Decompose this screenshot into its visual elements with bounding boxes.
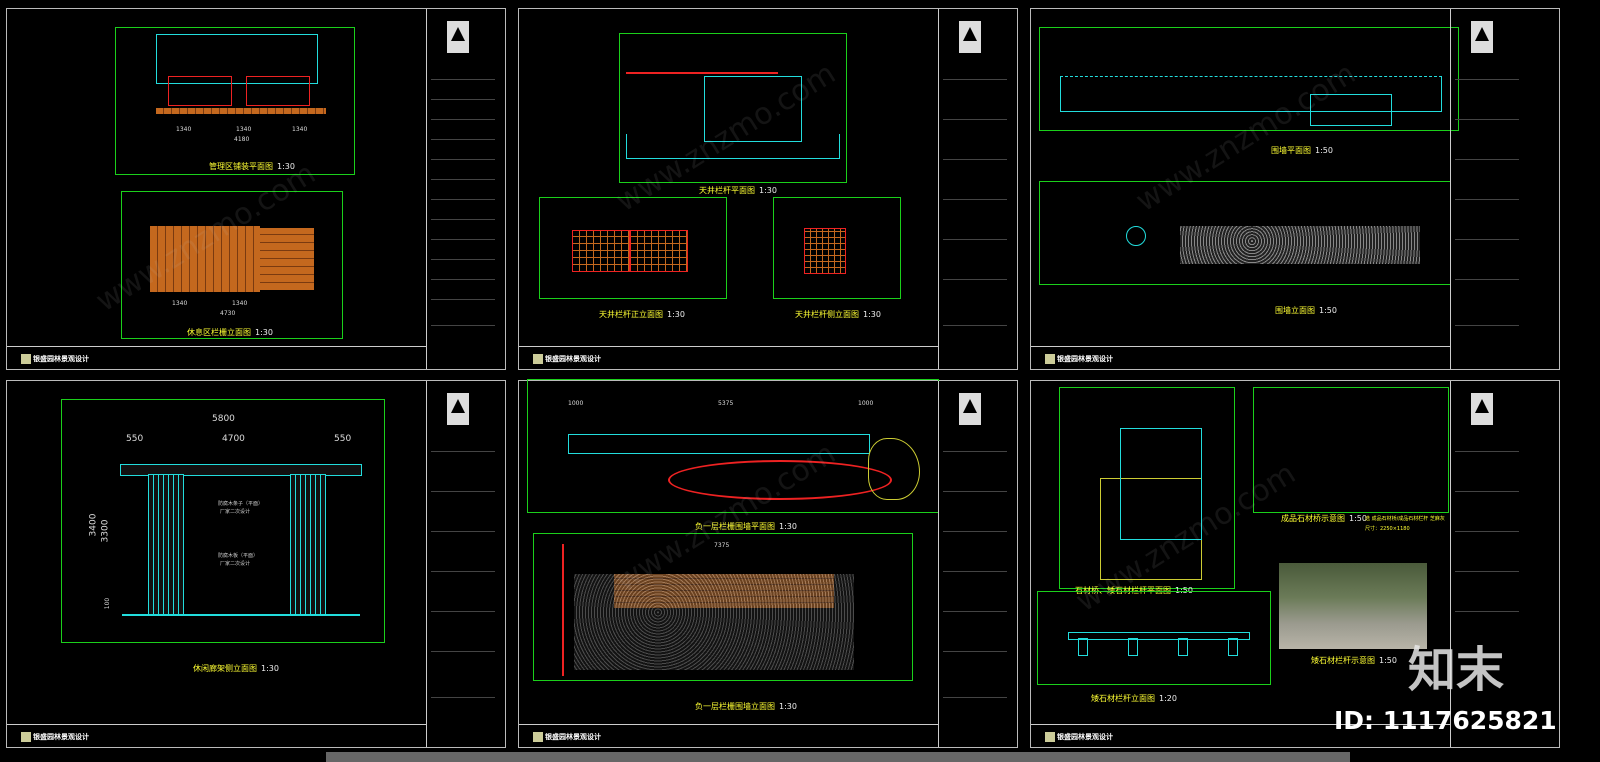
dim-c: 1340 [292, 126, 308, 133]
railing-photo [1279, 563, 1427, 649]
garden-stones [868, 438, 920, 500]
watermark-id: ID: 1117625821 [1334, 706, 1557, 735]
dim-e: 1340 [172, 300, 188, 307]
firm-mark-icon [21, 354, 31, 364]
note-3: 防腐木板（平面） [218, 553, 259, 559]
sample-note: 选 成品石材桥/成品石材栏杆 芝麻灰 [1365, 516, 1445, 522]
dim-b: 5375 [718, 400, 734, 407]
planter-bed-right [246, 76, 310, 106]
title-block [426, 9, 505, 369]
pavilion-ground [122, 614, 360, 616]
firm-mark-icon [1045, 732, 1055, 742]
firm-logo-icon [1471, 393, 1493, 425]
dim-base: 100 [104, 597, 112, 610]
sheet-footer: 银盛园林景观设计 [7, 346, 427, 369]
fence-elevation-frame: 7375 [533, 533, 913, 681]
pavilion-post-right [290, 474, 326, 616]
low-railing-post-4 [1228, 638, 1238, 656]
note-2: 厂家二次设计 [220, 509, 251, 515]
watermark-brand: 知末 [1408, 642, 1505, 698]
firm-logo-icon [1471, 21, 1493, 53]
dim-left: 550 [126, 434, 144, 444]
firm-logo-icon [447, 21, 469, 53]
sheet-footer: 银盛园林景观设计 [7, 724, 427, 747]
dim-d: 4180 [234, 136, 250, 143]
sheet-footer: 银盛园林景观设计 [519, 346, 939, 369]
section-line [562, 544, 564, 676]
low-railing-beam [1068, 632, 1250, 640]
firm-mark-icon [533, 354, 543, 364]
firm-mark-icon [533, 732, 543, 742]
caption-low-railing: 矮石材栏杆立面图 1:20 [1091, 694, 1177, 703]
caption-pavilion: 休闲廊架侧立面图 1:30 [193, 664, 279, 673]
sample-size: 尺寸：2250×1180 [1365, 526, 1410, 532]
deck-strip [156, 108, 326, 114]
title-block [938, 381, 1017, 747]
firm-name: 银盛园林景观设计 [545, 733, 601, 741]
caption-fence-elevation: 负一层栏栅围墙立面图 1:30 [695, 702, 797, 711]
dim-h1: 3400 [88, 513, 99, 537]
firm-mark-icon [1045, 354, 1055, 364]
bottom-scrollbar[interactable] [326, 752, 1350, 762]
drawing-sheet-5: 1000 5375 1000 负一层栏栅围墙平面图 1:30 7375 负一层栏栅… [518, 379, 1018, 748]
dim-c: 1000 [858, 400, 874, 407]
dim-b: 1340 [236, 126, 252, 133]
low-railing-post-1 [1078, 638, 1088, 656]
dim-h2: 3300 [100, 519, 111, 543]
railing-side-frame [773, 197, 901, 299]
low-railing-post-2 [1128, 638, 1138, 656]
title-block [1450, 9, 1529, 369]
dim-g: 4730 [220, 310, 236, 317]
pavilion-post-left [148, 474, 184, 616]
dim-a: 1000 [568, 400, 584, 407]
note-1: 防腐木条子（平面） [218, 501, 264, 507]
title-block [426, 381, 505, 747]
note-4: 厂家二次设计 [220, 561, 251, 567]
boundary-line [626, 72, 778, 74]
sheet-footer: 银盛园林景观设计 [1031, 346, 1451, 369]
low-railing-frame [1037, 591, 1271, 685]
caption-railing-side: 天井栏杆侧立面图 1:30 [795, 310, 881, 319]
firm-name: 银盛园林景观设计 [1057, 355, 1113, 363]
pavilion-elevation-frame: 5800 550 4700 550 3400 3300 100 防腐木条子（平面… [61, 399, 385, 643]
railing-grid-right [630, 230, 688, 272]
caption-elevation: 休息区栏栅立面图 1:30 [187, 328, 273, 337]
caption-railing-front: 天井栏杆正立面图 1:30 [599, 310, 685, 319]
caption-wall-plan: 围墙平面图 1:50 [1271, 146, 1333, 155]
dim-mid: 4700 [222, 434, 245, 444]
firm-logo-icon [447, 393, 469, 425]
wall-elevation-frame [1039, 181, 1451, 285]
sheet-footer: 银盛园林景观设计 [519, 724, 939, 747]
firm-name: 银盛园林景观设计 [33, 355, 89, 363]
firm-logo-icon [959, 393, 981, 425]
firm-logo-icon [959, 21, 981, 53]
drawing-sheet-3: 围墙平面图 1:50 围墙立面图 1:50 银盛园林景观设计 [1030, 8, 1560, 370]
plan-frame: 1340 1340 1340 4180 [115, 27, 355, 175]
dim-f: 1340 [232, 300, 248, 307]
dim-a: 1340 [176, 126, 192, 133]
caption-sample: 成品石材桥示意图 1:50 [1281, 514, 1367, 523]
fence-stone-base [574, 574, 854, 670]
caption-railing-plan: 天井栏杆平面图 1:30 [699, 186, 777, 195]
wall-circle-feature [1126, 226, 1146, 246]
caption-wall-elevation: 围墙立面图 1:50 [1275, 306, 1337, 315]
firm-mark-icon [21, 732, 31, 742]
wall-stone-cladding [1180, 226, 1420, 264]
title-block [938, 9, 1017, 369]
drawing-sheet-2: 天井栏杆平面图 1:30 天井栏杆正立面图 1:30 天井栏杆侧立面图 1:30 银盛… [518, 8, 1018, 370]
railing-grid-side [804, 228, 846, 274]
slatted-panel-right [260, 228, 314, 290]
drawing-sheet-4: 5800 550 4700 550 3400 3300 100 防腐木条子（平面… [6, 380, 506, 748]
caption-photo: 矮石材栏杆示意图 1:50 [1311, 656, 1397, 665]
dim-right: 550 [334, 434, 352, 444]
low-railing-post-3 [1178, 638, 1188, 656]
railing-grid-left [572, 230, 630, 272]
firm-name: 银盛园林景观设计 [1057, 733, 1113, 741]
firm-name: 银盛园林景观设计 [545, 355, 601, 363]
dim-total: 5800 [212, 414, 235, 424]
railing-plan-frame [619, 33, 847, 183]
planter-bed-left [168, 76, 232, 106]
firm-name: 银盛园林景观设计 [33, 733, 89, 741]
